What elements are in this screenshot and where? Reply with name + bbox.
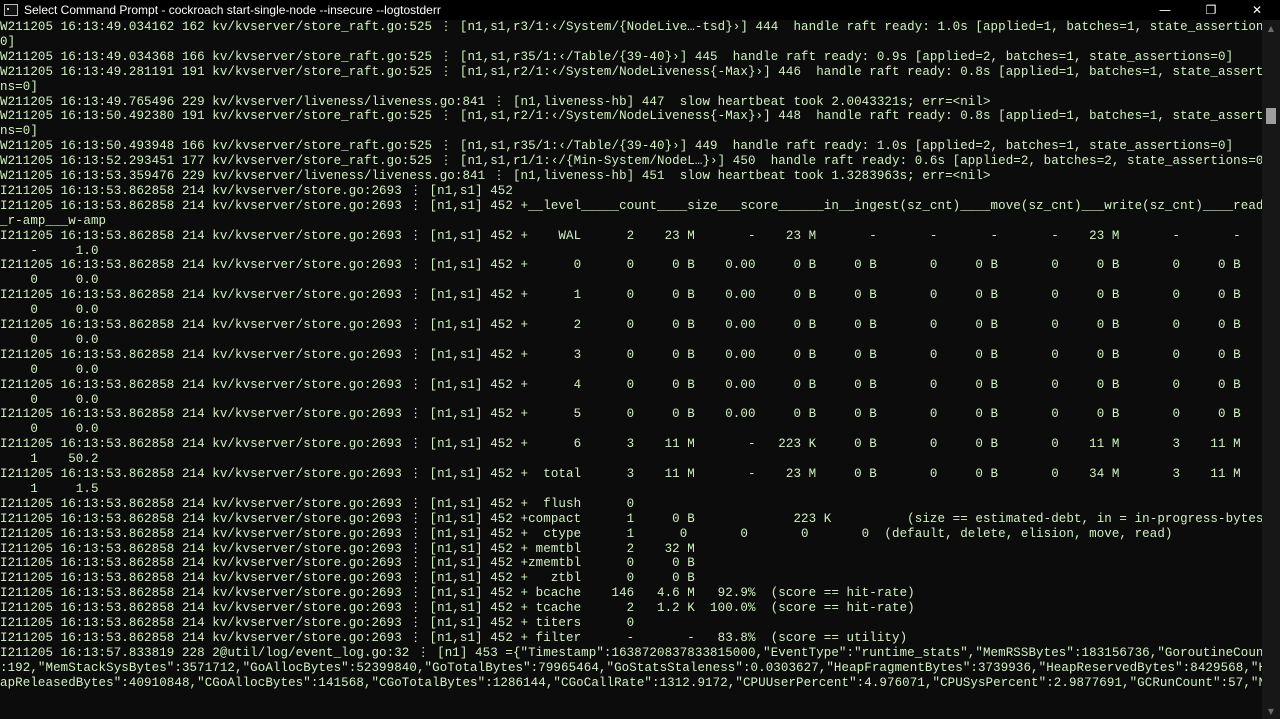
console-line: I211205 16:13:53.862858 214 kv/kvserver/… bbox=[0, 496, 635, 511]
scroll-up-arrow-icon[interactable]: ▲ bbox=[1262, 20, 1280, 36]
console-output[interactable]: W211205 16:13:49.034162 162 kv/kvserver/… bbox=[0, 20, 1262, 719]
console-line: I211205 16:13:53.862858 214 kv/kvserver/… bbox=[0, 511, 1262, 526]
console-line: I211205 16:13:53.862858 214 kv/kvserver/… bbox=[0, 288, 1241, 303]
console-line: I211205 16:13:53.862858 214 kv/kvserver/… bbox=[0, 526, 1173, 541]
title-bar[interactable]: Select Command Prompt - cockroach start-… bbox=[0, 0, 1280, 20]
console-line: W211205 16:13:50.492380 191 kv/kvserver/… bbox=[0, 109, 1262, 124]
console-line: 0 0.0 bbox=[0, 303, 99, 318]
scrollbar-thumb[interactable] bbox=[1266, 108, 1276, 124]
console-line: W211205 16:13:53.359476 229 kv/kvserver/… bbox=[0, 169, 991, 183]
console-line: W211205 16:13:49.765496 229 kv/kvserver/… bbox=[0, 94, 991, 109]
maximize-button[interactable]: ❐ bbox=[1188, 0, 1234, 20]
console-line: I211205 16:13:53.862858 214 kv/kvserver/… bbox=[0, 198, 1262, 213]
console-line: I211205 16:13:53.862858 214 kv/kvserver/… bbox=[0, 258, 1241, 273]
minimize-button[interactable]: — bbox=[1142, 0, 1188, 20]
console-line: 0 0.0 bbox=[0, 273, 99, 288]
console-line: 1 50.2 bbox=[0, 452, 99, 467]
console-line: I211205 16:13:53.862858 214 kv/kvserver/… bbox=[0, 541, 695, 556]
console-line: I211205 16:13:53.862858 214 kv/kvserver/… bbox=[0, 556, 695, 571]
console-line: I211205 16:13:53.862858 214 kv/kvserver/… bbox=[0, 318, 1241, 332]
console-line: apReleasedBytes":40910848,"CGoAllocBytes… bbox=[0, 675, 1262, 690]
console-line: - 1.0 bbox=[0, 243, 99, 258]
console-line: W211205 16:13:49.034162 162 kv/kvserver/… bbox=[0, 20, 1262, 34]
close-button[interactable]: ✕ bbox=[1234, 0, 1280, 20]
console-line: ns=0] bbox=[0, 124, 38, 139]
console-line: I211205 16:13:53.862858 214 kv/kvserver/… bbox=[0, 228, 1241, 243]
console-line: W211205 16:13:50.493948 166 kv/kvserver/… bbox=[0, 139, 1234, 154]
vertical-scrollbar[interactable]: ▲ ▼ bbox=[1262, 20, 1280, 719]
console-line: I211205 16:13:53.862858 214 kv/kvserver/… bbox=[0, 467, 1241, 481]
command-prompt-icon bbox=[4, 4, 18, 16]
console-line: I211205 16:13:53.862858 214 kv/kvserver/… bbox=[0, 183, 513, 198]
console-line: 0 0.0 bbox=[0, 362, 99, 377]
console-line: I211205 16:13:53.862858 214 kv/kvserver/… bbox=[0, 571, 695, 586]
console-line: I211205 16:13:53.862858 214 kv/kvserver/… bbox=[0, 601, 915, 616]
console-line: W211205 16:13:49.034368 166 kv/kvserver/… bbox=[0, 49, 1234, 64]
console-line: W211205 16:13:52.293451 177 kv/kvserver/… bbox=[0, 154, 1262, 169]
console-line: I211205 16:13:53.862858 214 kv/kvserver/… bbox=[0, 377, 1241, 392]
console-line: 0 0.0 bbox=[0, 392, 99, 407]
console-line: I211205 16:13:57.833819 228 2@util/log/e… bbox=[0, 645, 1262, 660]
console-line: 0] bbox=[0, 34, 16, 49]
console-line: I211205 16:13:53.862858 214 kv/kvserver/… bbox=[0, 347, 1241, 362]
scroll-down-arrow-icon[interactable]: ▼ bbox=[1262, 703, 1280, 719]
console-line: I211205 16:13:53.862858 214 kv/kvserver/… bbox=[0, 630, 908, 645]
console-line: ns=0] bbox=[0, 79, 38, 94]
window-controls: — ❐ ✕ bbox=[1142, 0, 1280, 20]
console-line: :192,"MemStackSysBytes":3571712,"GoAlloc… bbox=[0, 660, 1262, 675]
console-line: 0 0.0 bbox=[0, 332, 99, 347]
window-title: Select Command Prompt - cockroach start-… bbox=[24, 3, 441, 17]
console-line: I211205 16:13:53.862858 214 kv/kvserver/… bbox=[0, 616, 635, 630]
console-line: I211205 16:13:53.862858 214 kv/kvserver/… bbox=[0, 407, 1241, 422]
command-prompt-window: Select Command Prompt - cockroach start-… bbox=[0, 0, 1280, 719]
console-line: W211205 16:13:49.281191 191 kv/kvserver/… bbox=[0, 64, 1262, 79]
console-line: I211205 16:13:53.862858 214 kv/kvserver/… bbox=[0, 437, 1241, 452]
console-line: 0 0.0 bbox=[0, 422, 99, 437]
console-line: _r-amp___w-amp bbox=[0, 213, 107, 228]
console-line: I211205 16:13:53.862858 214 kv/kvserver/… bbox=[0, 586, 915, 601]
console-line: 1 1.5 bbox=[0, 481, 99, 496]
